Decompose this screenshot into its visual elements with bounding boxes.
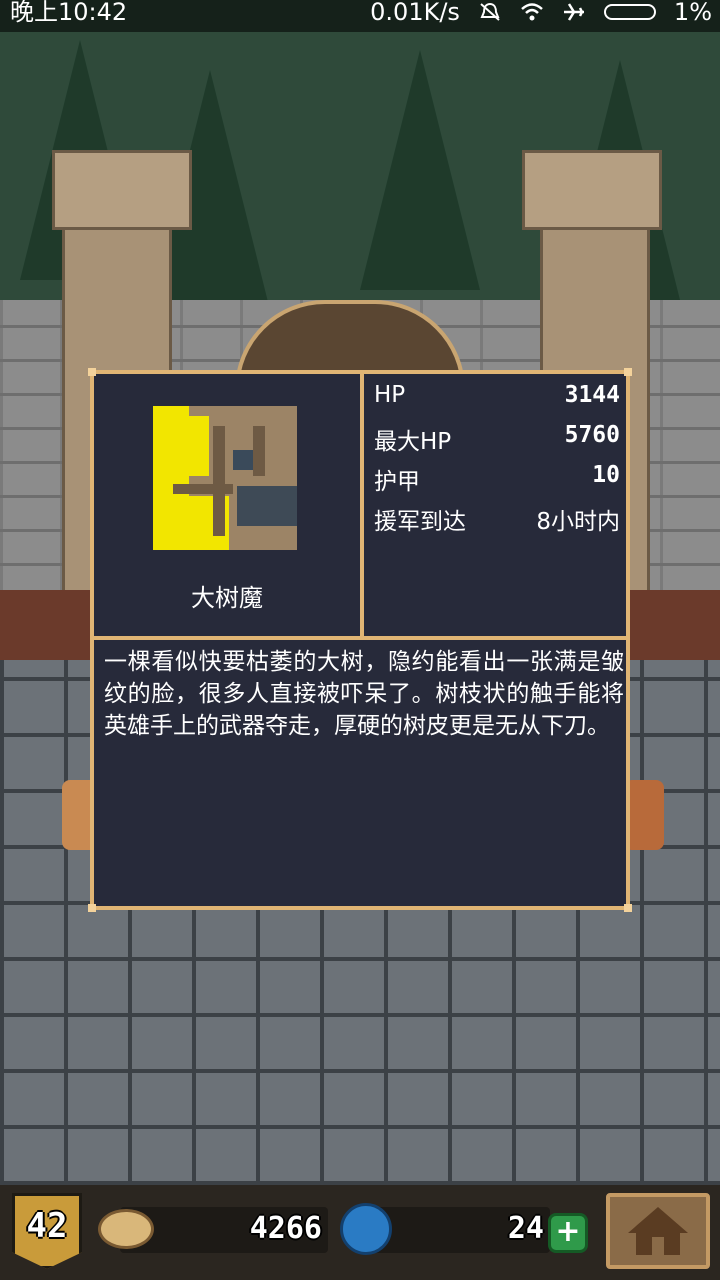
panel-corner: [624, 904, 632, 912]
battery-percent: 1%: [673, 0, 712, 26]
stat-row-armor: 护甲 10: [374, 462, 620, 498]
battery-icon: [603, 4, 656, 20]
add-gems-button[interactable]: +: [548, 1213, 588, 1253]
airplane-mode-icon: [563, 3, 584, 21]
stat-label: 护甲: [374, 469, 420, 495]
coin-icon: [98, 1209, 154, 1249]
home-icon: [628, 1207, 688, 1255]
level-badge[interactable]: 42: [12, 1193, 82, 1269]
stat-value: 8小时内: [536, 509, 620, 535]
gem-icon: [340, 1203, 392, 1255]
home-button[interactable]: [606, 1193, 710, 1269]
stat-value: 5760: [564, 422, 620, 448]
gem-amount: 24: [507, 1211, 544, 1246]
hero-character[interactable]: [624, 780, 664, 850]
status-bar: 晚上10:42 0.01K/s 1%: [0, 0, 720, 32]
tree-monster-icon: [153, 406, 297, 550]
panel-corner: [88, 904, 96, 912]
monster-name: 大树魔: [191, 584, 263, 612]
stat-label: 援军到达: [374, 509, 466, 535]
stats-section: HP 3144 最大HP 5760 护甲 10 援军到达 8小时内: [364, 374, 626, 640]
left-tower-top: [52, 150, 192, 230]
wifi-icon: [521, 3, 543, 21]
level-number: 42: [26, 1206, 68, 1246]
monster-description: 一棵看似快要枯萎的大树，隐约能看出一张满是皱纹的脸，很多人直接被吓呆了。树枝状的…: [104, 649, 624, 739]
portrait-section: 大树魔: [94, 374, 364, 640]
stat-row-max-hp: 最大HP 5760: [374, 422, 620, 458]
right-tower-top: [522, 150, 662, 230]
pine-tree: [360, 50, 480, 290]
stat-value: 3144: [564, 382, 620, 408]
stat-value: 10: [592, 462, 620, 488]
net-speed: 0.01K/s: [370, 0, 460, 26]
stat-label: HP: [374, 382, 406, 408]
status-time: 晚上10:42: [10, 0, 128, 26]
mute-icon: [480, 2, 500, 21]
stat-row-reinforcement: 援军到达 8小时内: [374, 502, 620, 538]
monster-info-panel: 大树魔 HP 3144 最大HP 5760 护甲 10 援军到达 8小时内 一棵…: [88, 368, 632, 912]
stat-row-hp: HP 3144: [374, 382, 620, 418]
bottom-bar: 42 4266 24 +: [0, 1185, 720, 1280]
stat-label: 最大HP: [374, 429, 452, 455]
gold-amount: 4266: [249, 1211, 322, 1246]
